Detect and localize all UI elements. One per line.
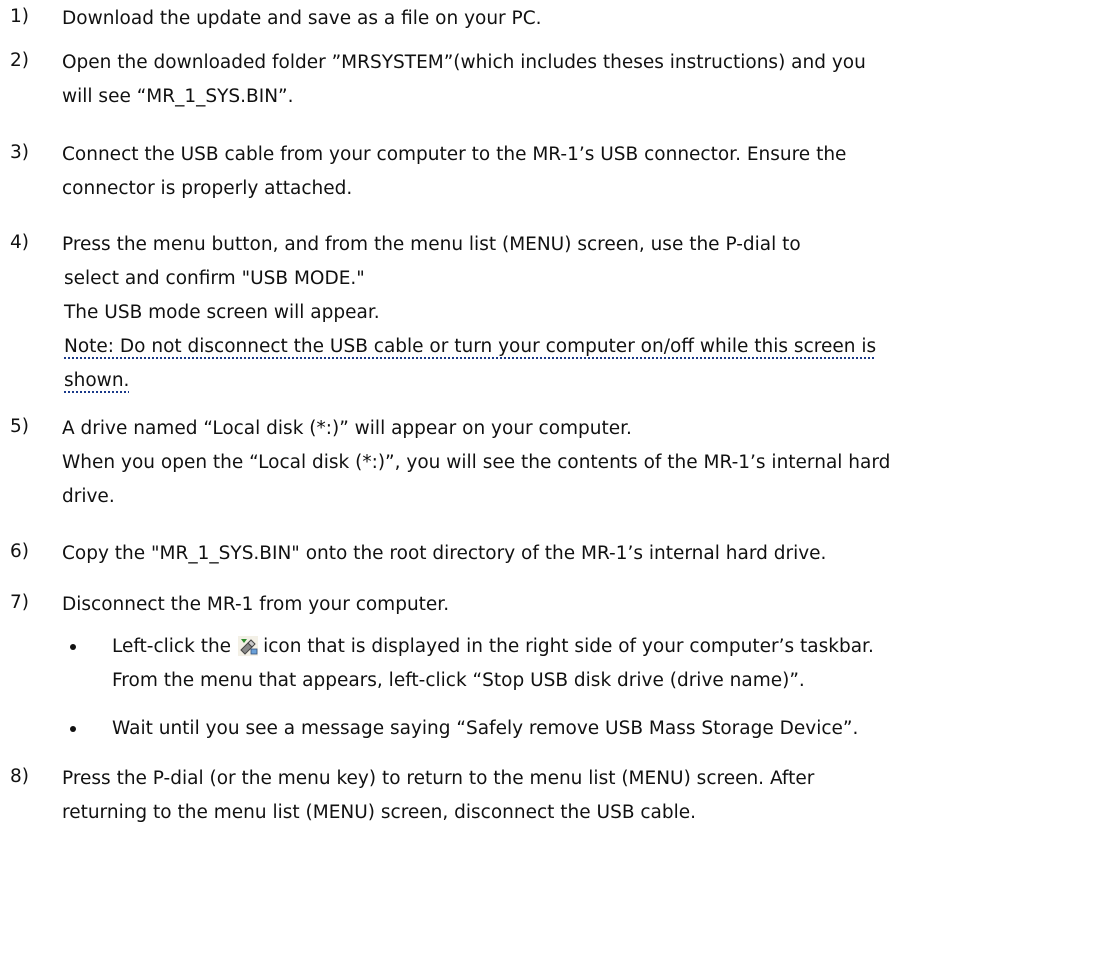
step-body: Disconnect the MR-1 from your computer. (62, 592, 1105, 626)
bullet-line: Left-click the icon that is displayed in… (112, 634, 1105, 668)
step-number: 6) (10, 541, 29, 562)
bullet-dot (70, 726, 76, 732)
step-body: Download the update and save as a file o… (62, 6, 1105, 40)
step-text: Press the menu button, and from the menu… (62, 234, 801, 255)
step-number: 5) (10, 416, 29, 437)
step-text: Disconnect the MR-1 from your computer. (62, 594, 450, 615)
bullet-text-before-icon: Left-click the (112, 636, 232, 657)
step-number: 3) (10, 142, 29, 163)
instruction-document: 1) Download the update and save as a fil… (0, 0, 1113, 974)
usb-safely-remove-icon (237, 635, 259, 657)
bullet-line: From the menu that appears, left-click “… (112, 670, 805, 691)
bullet-line: Wait until you see a message saying “Saf… (112, 718, 859, 739)
step-text: select and confirm "USB MODE." (64, 268, 365, 289)
step-number: 4) (10, 232, 29, 253)
step-text: The USB mode screen will appear. (64, 302, 380, 323)
note-line: shown. (64, 368, 1105, 402)
step-number: 1) (10, 6, 29, 27)
step-text: Press the P-dial (or the menu key) to re… (62, 768, 815, 789)
step-body: Press the P-dial (or the menu key) to re… (62, 766, 1105, 834)
note-line: Note: Do not disconnect the USB cable or… (64, 334, 1105, 368)
step-text: drive. (62, 486, 115, 507)
note-text: Note: Do not disconnect the USB cable or… (64, 336, 877, 357)
step-text: returning to the menu list (MENU) screen… (62, 802, 697, 823)
step-text: A drive named “Local disk (*:)” will app… (62, 418, 632, 439)
step-text: When you open the “Local disk (*:)”, you… (62, 452, 891, 473)
step-text: Open the downloaded folder ”MRSYSTEM”(wh… (62, 52, 866, 73)
step-body: Connect the USB cable from your computer… (62, 142, 1105, 210)
note-text: shown. (64, 370, 130, 391)
step-text: Copy the "MR_1_SYS.BIN" onto the root di… (62, 543, 827, 564)
bullet-text-after-icon: icon that is displayed in the right side… (263, 636, 874, 657)
bullet-text: Wait until you see a message saying “Saf… (112, 716, 1105, 750)
step-body: Press the menu button, and from the menu… (62, 232, 1105, 402)
bullet-text: Left-click the icon that is displayed in… (112, 634, 1105, 702)
step-text: Download the update and save as a file o… (62, 8, 542, 29)
step-text: Connect the USB cable from your computer… (62, 144, 847, 165)
step-body: Copy the "MR_1_SYS.BIN" onto the root di… (62, 541, 1105, 575)
step-number: 2) (10, 50, 29, 71)
step-body: Open the downloaded folder ”MRSYSTEM”(wh… (62, 50, 1105, 118)
step-text: will see “MR_1_SYS.BIN”. (62, 86, 294, 107)
step-number: 8) (10, 766, 29, 787)
step-body: A drive named “Local disk (*:)” will app… (62, 416, 1105, 518)
step-number: 7) (10, 592, 29, 613)
bullet-dot (70, 644, 76, 650)
step-text: connector is properly attached. (62, 178, 353, 199)
